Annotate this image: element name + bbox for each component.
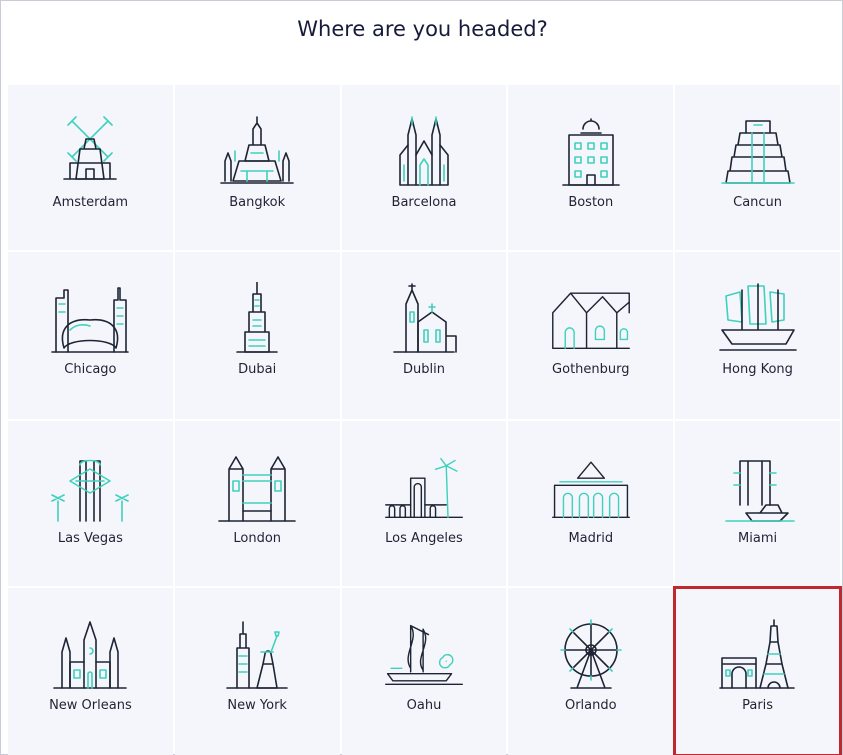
destination-picker: Where are you headed? Amsterdam Bangkok [0, 0, 843, 755]
destination-label: Hong Kong [722, 362, 793, 377]
destination-label: Las Vegas [57, 531, 123, 546]
gabled-houses-icon [551, 292, 630, 350]
destination-tile-chicago[interactable]: Chicago [8, 252, 173, 419]
destination-label: Madrid [568, 531, 614, 546]
destination-label: Paris [742, 698, 774, 713]
destination-label: Barcelona [391, 195, 457, 210]
destination-label: New Orleans [49, 698, 132, 713]
eiffel-tower-icon [718, 619, 795, 689]
destination-grid: Amsterdam Bangkok Barcelona Boston Cancu… [8, 85, 842, 755]
destination-label: Dubai [238, 362, 277, 377]
destination-tile-hong-kong[interactable]: Hong Kong [675, 252, 840, 419]
ferris-wheel-icon [559, 619, 622, 689]
destination-label: Amsterdam [52, 195, 129, 210]
destination-tile-new-york[interactable]: New York [174, 588, 340, 755]
destination-tile-los-angeles[interactable]: Los Angeles [341, 421, 507, 586]
destination-label: Boston [568, 195, 614, 210]
destination-tile-boston[interactable]: Boston [508, 85, 674, 250]
cathedral-icon [399, 116, 449, 186]
state-house-icon [561, 118, 620, 186]
destination-tile-miami[interactable]: Miami [675, 421, 840, 586]
bean-skyline-icon [51, 287, 130, 353]
destination-label: Dublin [403, 362, 445, 377]
destination-tile-dubai[interactable]: Dubai [174, 252, 340, 419]
destination-label: London [233, 531, 282, 546]
destination-tile-gothenburg[interactable]: Gothenburg [508, 252, 674, 419]
destination-label: Chicago [64, 362, 117, 377]
palace-icon [551, 461, 630, 519]
palm-arch-icon [385, 457, 463, 519]
destination-tile-madrid[interactable]: Madrid [508, 421, 674, 586]
windmill-icon [63, 116, 118, 180]
destination-tile-cancun[interactable]: Cancun [675, 85, 840, 250]
tower-bridge-icon [218, 456, 296, 522]
destination-tile-las-vegas[interactable]: Las Vegas [8, 421, 173, 586]
destination-tile-london[interactable]: London [174, 421, 340, 586]
destination-label: New York [227, 698, 287, 713]
statue-of-liberty-icon [226, 621, 288, 689]
destination-tile-dublin[interactable]: Dublin [341, 252, 507, 419]
destination-label: Miami [738, 531, 778, 546]
pyramid-icon [720, 120, 795, 184]
destination-tile-bangkok[interactable]: Bangkok [174, 85, 340, 250]
destination-tile-amsterdam[interactable]: Amsterdam [8, 85, 173, 250]
vegas-sign-icon [51, 459, 130, 522]
junk-boat-icon [718, 283, 797, 351]
cathedral-spires-icon [53, 621, 128, 689]
destination-tile-new-orleans[interactable]: New Orleans [8, 588, 173, 755]
beach-tower-icon [724, 460, 795, 522]
church-icon [393, 283, 457, 353]
destination-tile-orlando[interactable]: Orlando [508, 588, 674, 755]
destination-label: Gothenburg [552, 362, 630, 377]
destination-tile-oahu[interactable]: Oahu [341, 588, 507, 755]
destination-tile-paris[interactable]: Paris [673, 586, 842, 755]
destination-label: Bangkok [229, 195, 286, 210]
page-title: Where are you headed? [297, 17, 548, 41]
destination-label: Orlando [564, 698, 617, 713]
skyscraper-icon [236, 282, 278, 353]
destination-tile-barcelona[interactable]: Barcelona [341, 85, 507, 250]
destination-label: Cancun [733, 195, 783, 210]
temple-icon [220, 116, 294, 184]
destination-label: Oahu [406, 698, 442, 713]
destination-label: Los Angeles [385, 531, 463, 546]
canoe-icon [385, 624, 463, 686]
